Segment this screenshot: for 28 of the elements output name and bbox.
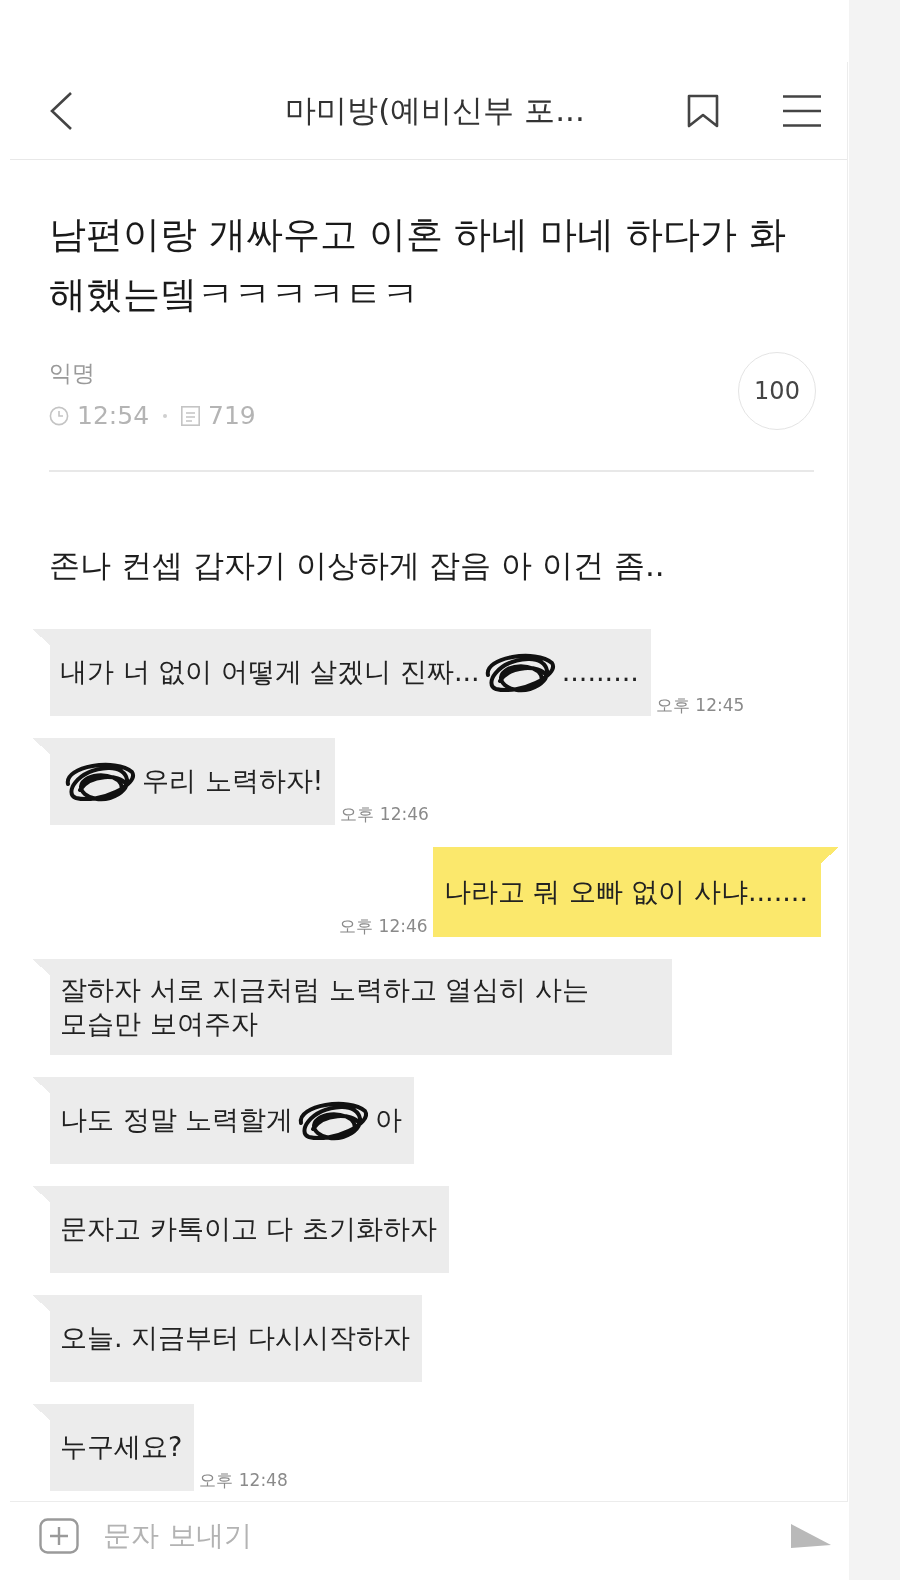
chevron-left-icon[interactable] bbox=[49, 90, 73, 131]
message-text: 오늘. 지금부터 다시시작하자 bbox=[60, 1322, 410, 1353]
message-text: 우리 노력하자! bbox=[142, 764, 324, 796]
document-icon bbox=[181, 406, 201, 426]
message-text: ......... bbox=[561, 655, 639, 687]
page-title: 마미방(예비신부 포... bbox=[285, 90, 585, 130]
message-text: 나라고 뭐 오빠 없이 사냐....... bbox=[443, 875, 808, 907]
post-title: 남편이랑 개싸우고 이혼 하네 마네 하다가 화해했는뎈ㅋㅋㅋㅋㅌㅋ bbox=[49, 212, 787, 318]
message-text: 누구세요? bbox=[60, 1431, 183, 1462]
separator-dot-icon bbox=[163, 414, 168, 418]
message-text: 나도 정말 노력할게 bbox=[60, 1103, 294, 1135]
message-text: 잘하자 서로 지금처럼 노력하고 열심히 사는 모습만 보여주자 bbox=[60, 973, 589, 1039]
view-count: 719 bbox=[208, 400, 256, 432]
message-text: 문자고 카톡이고 다 초기화하자 bbox=[60, 1213, 437, 1244]
message-time: 오후 12:46 bbox=[340, 803, 429, 824]
message-text: 내가 너 없이 어떻게 살겠니 진짜... bbox=[60, 655, 480, 687]
message-input[interactable]: 문자 보내기 bbox=[103, 1515, 770, 1556]
menu-icon[interactable] bbox=[783, 93, 821, 128]
message-text: 아 bbox=[375, 1103, 403, 1135]
plus-square-icon[interactable] bbox=[39, 1517, 79, 1554]
message-time: 오후 12:45 bbox=[655, 694, 745, 715]
message-time: 오후 12:48 bbox=[199, 1469, 288, 1490]
message-time: 오후 12:46 bbox=[339, 915, 428, 936]
post-time: 12:54 bbox=[77, 400, 150, 432]
author-name: 익명 bbox=[49, 359, 96, 388]
clock-icon bbox=[49, 406, 69, 426]
post-body-text: 존나 컨셉 갑자기 이상하게 잡음 아 이건 좀.. bbox=[49, 545, 666, 585]
bookmark-icon[interactable] bbox=[687, 93, 719, 128]
